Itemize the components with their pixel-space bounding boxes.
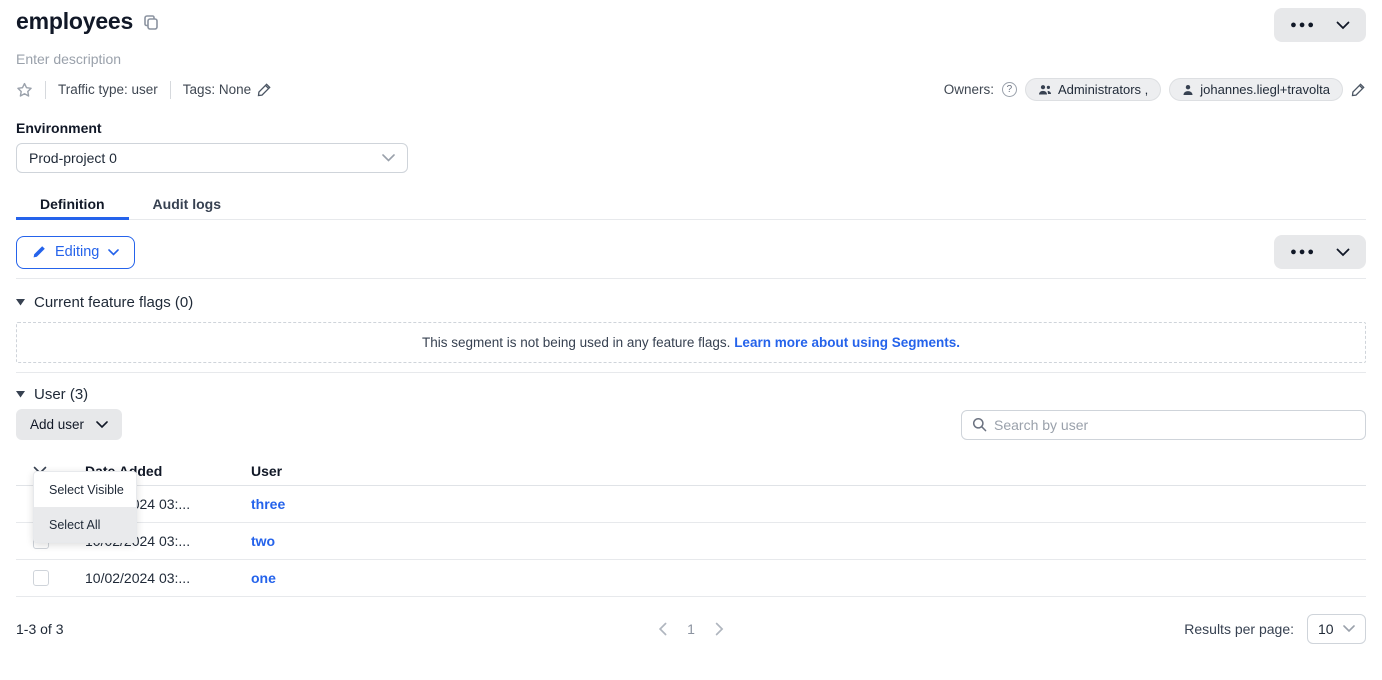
row-date: 10/02/2024 03:... (85, 570, 251, 586)
tags-label: Tags: None (183, 82, 251, 97)
edit-owners-button[interactable] (1351, 82, 1366, 97)
empty-state-text: This segment is not being used in any fe… (422, 335, 734, 350)
owner-user-label: johannes.liegl+travolta (1200, 82, 1330, 97)
menu-item-select-all[interactable]: Select All (34, 507, 136, 542)
divider (170, 81, 171, 99)
pencil-icon (257, 82, 272, 97)
group-icon (1038, 84, 1052, 96)
results-per-page-value: 10 (1318, 621, 1334, 637)
chevron-down-icon (1343, 625, 1355, 633)
chevron-down-icon (96, 421, 108, 429)
user-tools-row: Add user (16, 409, 1366, 440)
table-header-row: Date Added User (16, 456, 1366, 486)
star-icon (16, 82, 33, 98)
ellipsis-icon: ●●● (1290, 247, 1316, 258)
person-icon (1182, 84, 1194, 96)
add-user-button[interactable]: Add user (16, 409, 122, 440)
owners-label: Owners: (944, 82, 994, 97)
user-search-box (961, 410, 1366, 440)
edit-tags-button[interactable] (257, 82, 272, 97)
environment-label: Environment (16, 120, 1366, 136)
owners-row: Owners: ? Administrators , johannes.lieg… (944, 78, 1366, 101)
copy-key-icon[interactable] (143, 14, 159, 30)
definition-overflow-menu-button[interactable]: ●●● (1280, 235, 1326, 269)
results-per-page-label: Results per page: (1184, 621, 1294, 637)
chevron-down-icon (1336, 21, 1350, 30)
description-placeholder[interactable]: Enter description (16, 51, 1366, 67)
select-rows-menu: Select Visible Select All (33, 471, 137, 543)
chevron-down-icon (1336, 248, 1350, 257)
table-footer: 1-3 of 3 1 Results per page: 10 (16, 614, 1366, 644)
user-link[interactable]: one (251, 570, 276, 586)
owner-team-label: Administrators , (1058, 82, 1148, 97)
table-row: 10/02/2024 03:... three (16, 486, 1366, 523)
definition-actions-split-button: ●●● (1274, 235, 1366, 269)
divider (16, 278, 1366, 279)
current-page-number[interactable]: 1 (687, 621, 695, 637)
pencil-icon (1351, 82, 1366, 97)
definition-actions-chevron-button[interactable] (1326, 235, 1360, 269)
table-row: 10/02/2024 03:... one (16, 560, 1366, 597)
traffic-type-label: Traffic type: user (58, 82, 158, 97)
tab-definition[interactable]: Definition (16, 189, 129, 219)
segment-detail-page: employees ●●● Enter description (0, 0, 1382, 644)
editing-label: Editing (55, 244, 99, 260)
segment-overflow-menu-button[interactable]: ●●● (1280, 8, 1326, 42)
user-search-input[interactable] (994, 417, 1355, 433)
editing-mode-button[interactable]: Editing (16, 236, 135, 269)
results-per-page: Results per page: 10 (1184, 614, 1366, 644)
divider (45, 81, 46, 99)
segment-actions-split-button: ●●● (1274, 8, 1366, 42)
next-page-button[interactable] (715, 622, 724, 636)
user-section-heading: User (3) (34, 386, 88, 403)
owner-user-pill[interactable]: johannes.liegl+travolta (1169, 78, 1343, 101)
table-row: 10/02/2024 03:... two (16, 523, 1366, 560)
environment-selected-value: Prod-project 0 (29, 150, 117, 166)
feature-flags-empty-state: This segment is not being used in any fe… (16, 322, 1366, 363)
pager: 1 (658, 621, 724, 637)
menu-item-select-visible[interactable]: Select Visible (34, 472, 136, 507)
definition-toolbar: Editing ●●● (16, 235, 1366, 269)
learn-more-link[interactable]: Learn more about using Segments. (734, 335, 960, 350)
header: employees ●●● (16, 8, 1366, 42)
feature-flags-section-toggle[interactable]: Current feature flags (0) (16, 294, 1366, 311)
user-link[interactable]: three (251, 496, 285, 512)
results-summary: 1-3 of 3 (16, 621, 63, 637)
chevron-down-icon (108, 249, 119, 256)
environment-section: Environment Prod-project 0 (16, 120, 1366, 173)
favorite-star-button[interactable] (16, 82, 33, 98)
chevron-right-icon (715, 622, 724, 636)
meta-row: Traffic type: user Tags: None Owners: ? … (16, 78, 1366, 101)
segment-actions-chevron-button[interactable] (1326, 8, 1360, 42)
ellipsis-icon: ●●● (1290, 20, 1316, 31)
triangle-down-icon (16, 299, 25, 306)
help-icon[interactable]: ? (1002, 82, 1017, 97)
tab-bar: Definition Audit logs (16, 189, 1366, 220)
user-link[interactable]: two (251, 533, 275, 549)
add-user-label: Add user (30, 417, 84, 432)
user-section-toggle[interactable]: User (3) (16, 386, 1366, 403)
row-checkbox[interactable] (33, 570, 49, 586)
chevron-down-icon (382, 154, 395, 162)
tab-audit-logs[interactable]: Audit logs (129, 189, 245, 219)
results-per-page-select[interactable]: 10 (1307, 614, 1366, 644)
pencil-icon (32, 245, 46, 259)
column-header-user: User (251, 463, 1366, 479)
feature-flags-heading: Current feature flags (0) (34, 294, 193, 311)
triangle-down-icon (16, 391, 25, 398)
divider (16, 372, 1366, 373)
page-title: employees (16, 8, 133, 35)
environment-select[interactable]: Prod-project 0 (16, 143, 408, 173)
owner-team-pill[interactable]: Administrators , (1025, 78, 1161, 101)
previous-page-button[interactable] (658, 622, 667, 636)
chevron-left-icon (658, 622, 667, 636)
users-table: Date Added User 10/02/2024 03:... three … (16, 456, 1366, 597)
search-icon (972, 417, 987, 432)
